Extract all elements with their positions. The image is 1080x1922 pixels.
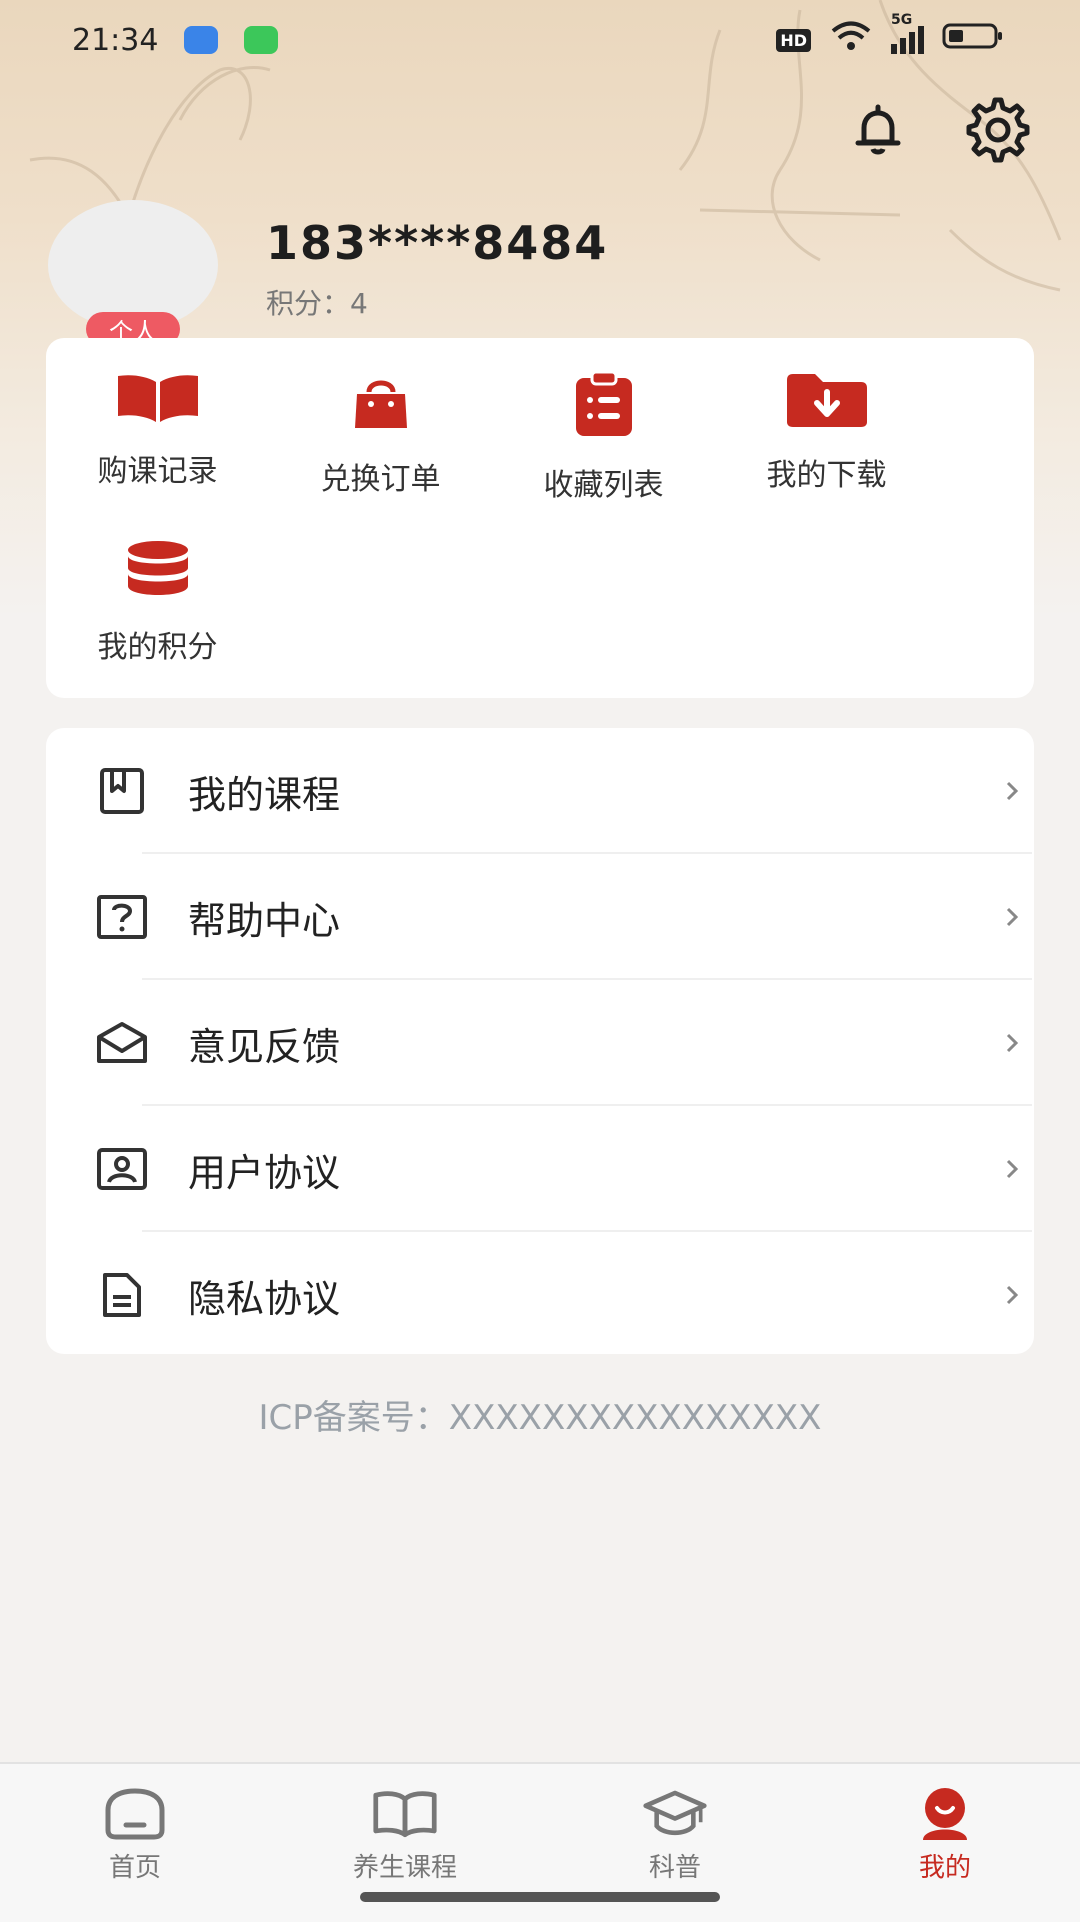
- quick-actions-card: 购课记录 兑换订单 收藏列表 我的下载 我的积分: [46, 338, 1034, 698]
- menu-item-my-courses[interactable]: 我的课程: [92, 728, 1032, 854]
- bookmark-book-icon: [92, 761, 152, 821]
- gear-icon[interactable]: [960, 92, 1036, 168]
- message-green-icon: [244, 26, 279, 54]
- tab-label: 养生课程: [352, 1853, 457, 1883]
- home-indicator[interactable]: [360, 1892, 720, 1902]
- folder-download-icon: [784, 372, 870, 428]
- network-type: 5G: [891, 12, 913, 28]
- tab-science[interactable]: 科普: [540, 1764, 810, 1884]
- quick-action-my-points[interactable]: 我的积分: [46, 506, 269, 665]
- quick-action-label: 购课记录: [97, 454, 218, 489]
- battery-icon: [942, 22, 1004, 58]
- menu-item-help-center[interactable]: 帮助中心: [92, 854, 1032, 980]
- user-card-icon: [92, 1139, 152, 1199]
- quick-action-label: 兑换订单: [320, 462, 441, 497]
- signal-icon: 5G: [891, 12, 924, 54]
- tab-label: 科普: [648, 1853, 701, 1883]
- icp-number: ICP备案号：XXXXXXXXXXXXXXXX: [258, 1398, 822, 1438]
- book-icon: [372, 1784, 438, 1843]
- tab-label: 我的: [918, 1853, 971, 1883]
- menu-card: 我的课程 帮助中心 意见反馈 用户协议 隐私协议: [46, 728, 1034, 1354]
- status-time: 21:34: [72, 22, 159, 58]
- menu-item-label: 隐私协议: [188, 1276, 341, 1321]
- menu-item-user-agreement[interactable]: 用户协议: [92, 1106, 1032, 1232]
- app-blue-icon: [184, 26, 219, 54]
- coin-stack-icon: [115, 540, 201, 600]
- profile-section: 个人 183****8484 积分：4: [44, 200, 1044, 350]
- menu-item-label: 意见反馈: [188, 1024, 341, 1069]
- shopping-bag-icon: [338, 372, 424, 432]
- quick-action-downloads[interactable]: 我的下载: [715, 338, 938, 493]
- mail-open-icon: [92, 1013, 152, 1073]
- clipboard-list-icon: [561, 372, 647, 438]
- chevron-right-icon: [992, 1283, 1032, 1307]
- tab-home[interactable]: 首页: [0, 1764, 270, 1884]
- tab-label: 首页: [108, 1853, 161, 1883]
- hd-badge: HD: [776, 28, 811, 52]
- quick-action-label: 我的下载: [766, 458, 887, 493]
- chevron-right-icon: [992, 779, 1032, 803]
- quick-action-purchase-records[interactable]: 购课记录: [46, 338, 269, 489]
- graduation-cap-icon: [642, 1784, 708, 1843]
- book-open-icon: [115, 372, 201, 424]
- chevron-right-icon: [992, 1157, 1032, 1181]
- menu-item-privacy-policy[interactable]: 隐私协议: [92, 1232, 1032, 1358]
- chevron-right-icon: [992, 905, 1032, 929]
- wifi-icon: [829, 21, 873, 59]
- user-points: 积分：4: [266, 287, 368, 320]
- document-icon: [92, 1265, 152, 1325]
- quick-action-favorites[interactable]: 收藏列表: [492, 338, 715, 503]
- home-icon: [102, 1784, 168, 1843]
- quick-action-exchange-orders[interactable]: 兑换订单: [269, 338, 492, 497]
- user-phone: 183****8484: [266, 216, 609, 270]
- quick-action-label: 收藏列表: [543, 468, 664, 503]
- menu-item-label: 我的课程: [188, 772, 341, 817]
- help-question-icon: [92, 887, 152, 947]
- menu-item-feedback[interactable]: 意见反馈: [92, 980, 1032, 1106]
- user-avatar-icon: [912, 1784, 978, 1843]
- bell-icon[interactable]: [840, 92, 916, 168]
- avatar[interactable]: [48, 200, 218, 330]
- header-actions: [840, 92, 1036, 168]
- quick-action-label: 我的积分: [97, 630, 218, 665]
- chevron-right-icon: [992, 1031, 1032, 1055]
- menu-item-label: 帮助中心: [188, 898, 341, 943]
- tab-mine[interactable]: 我的: [810, 1764, 1080, 1884]
- menu-item-label: 用户协议: [188, 1150, 341, 1195]
- status-bar: 21:34 HD 5G: [0, 0, 1080, 80]
- tab-health-courses[interactable]: 养生课程: [270, 1764, 540, 1884]
